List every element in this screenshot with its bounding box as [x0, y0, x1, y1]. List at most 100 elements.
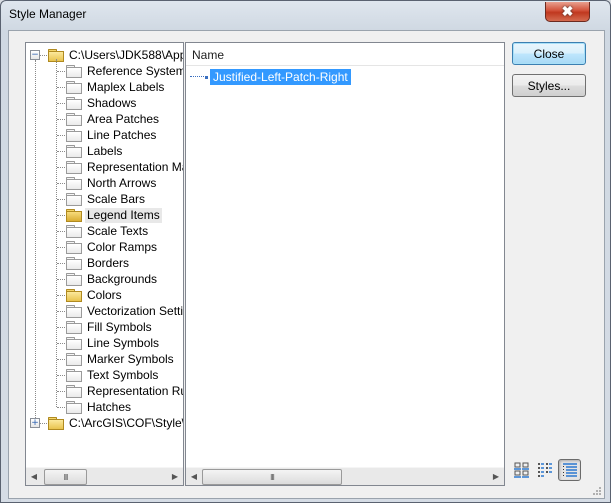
tree-connector-line	[40, 423, 47, 424]
tree-node-label: Backgrounds	[87, 271, 158, 286]
tree-connector-line	[57, 167, 65, 168]
details-view-icon	[563, 463, 577, 477]
tree-item[interactable]: Representation Rules	[66, 383, 183, 399]
large-icons-view-button[interactable]	[512, 460, 532, 480]
window-close-button[interactable]: ✖	[545, 2, 590, 22]
folder-open-icon	[66, 209, 82, 222]
tree-connector-line	[57, 311, 65, 312]
tree-item[interactable]: Backgrounds	[66, 271, 159, 287]
tree-scroll-right-arrow[interactable]: ▶	[170, 471, 180, 482]
tree-node-label: Fill Symbols	[87, 319, 152, 334]
scroll-left-icon: ◀	[30, 472, 38, 481]
scroll-left-icon: ◀	[190, 472, 198, 481]
column-header-name[interactable]: Name	[192, 48, 224, 62]
dialog-client-area: − C:\Users\JDK588\AppD Reference Systems Ma…	[8, 30, 605, 499]
tree-node-label: Maplex Labels	[87, 79, 165, 94]
tree-item[interactable]: Shadows	[66, 95, 138, 111]
tree-connector-line	[57, 135, 65, 136]
tree-connector-line	[57, 151, 65, 152]
folder-empty-icon	[66, 257, 82, 270]
details-view-button[interactable]	[558, 459, 581, 481]
style-items-list[interactable]: Name Justified-Left-Patch-Right ◀ III ▶	[185, 42, 505, 486]
folder-empty-icon	[66, 337, 82, 350]
tree-root-node[interactable]: C:\Users\JDK588\AppD	[48, 47, 183, 63]
tree-item[interactable]: North Arrows	[66, 175, 158, 191]
tree-item[interactable]: Marker Symbols	[66, 351, 176, 367]
legend-patch-icon	[190, 75, 204, 79]
tree-connector-line	[57, 327, 65, 328]
tree-node-label: Text Symbols	[87, 367, 159, 382]
folder-empty-icon	[66, 385, 82, 398]
tree-item[interactable]: Line Symbols	[66, 335, 161, 351]
folder-empty-icon	[66, 161, 82, 174]
tree-item[interactable]: Borders	[66, 255, 131, 271]
tree-scroll-thumb[interactable]: III	[44, 469, 87, 485]
folder-yellow-icon	[66, 289, 82, 302]
tree-node-label: Area Patches	[87, 111, 160, 126]
title-bar[interactable]: Style Manager ✖	[1, 1, 610, 29]
tree-node-label: Colors	[87, 287, 122, 302]
tree-node-label: Color Ramps	[87, 239, 158, 254]
folder-empty-icon	[66, 129, 82, 142]
tree-node-label: C:\Users\JDK588\AppD	[69, 47, 183, 62]
list-item-label: Justified-Left-Patch-Right	[210, 69, 351, 85]
tree-connector-line	[57, 407, 65, 408]
list-horizontal-scrollbar[interactable]: ◀ III ▶	[186, 467, 504, 485]
tree-item[interactable]: Fill Symbols	[66, 319, 154, 335]
list-scroll-left-arrow[interactable]: ◀	[189, 471, 199, 482]
tree-item[interactable]: Vectorization Settings	[66, 303, 183, 319]
folder-empty-icon	[66, 305, 82, 318]
tree-connector-line	[57, 231, 65, 232]
tree-node-label: Shadows	[87, 95, 137, 110]
close-button[interactable]: Close	[512, 42, 586, 65]
tree-node-label: Representation Rules	[87, 383, 183, 398]
legend-patch-marker-icon	[205, 75, 208, 79]
style-tree-view[interactable]: − C:\Users\JDK588\AppD Reference Systems Ma…	[25, 42, 184, 486]
tree-connector-line	[57, 279, 65, 280]
folder-empty-icon	[66, 225, 82, 238]
tree-item[interactable]: Hatches	[66, 399, 133, 415]
tree-item[interactable]: Color Ramps	[66, 239, 159, 255]
tree-root-node[interactable]: C:\ArcGIS\COF\Style\C	[48, 415, 183, 431]
scroll-right-icon: ▶	[171, 472, 179, 481]
tree-item[interactable]: Legend Items	[66, 207, 162, 223]
tree-node-label: Representation Mark	[87, 159, 183, 174]
tree-connector-line	[57, 391, 65, 392]
tree-item[interactable]: Labels	[66, 143, 124, 159]
tree-horizontal-scrollbar[interactable]: ◀ III ▶	[26, 467, 183, 485]
expand-collapse-icon[interactable]: −	[30, 50, 40, 60]
tree-content: − C:\Users\JDK588\AppD Reference Systems Ma…	[26, 43, 183, 468]
tree-item[interactable]: Line Patches	[66, 127, 158, 143]
tree-node-label: Scale Bars	[87, 191, 146, 206]
scroll-right-icon: ▶	[492, 472, 500, 481]
tree-node-label: Labels	[87, 143, 123, 158]
tree-item[interactable]: Representation Mark	[66, 159, 183, 175]
tree-connector-line	[57, 71, 65, 72]
tree-connector-line	[57, 215, 65, 216]
tree-item[interactable]: Maplex Labels	[66, 79, 166, 95]
tree-connector-line	[57, 183, 65, 184]
tree-scroll-left-arrow[interactable]: ◀	[29, 471, 39, 482]
tree-connector-line	[57, 87, 65, 88]
expand-collapse-icon[interactable]: +	[30, 418, 40, 428]
tree-node-label: Legend Items	[85, 207, 162, 223]
folder-empty-icon	[66, 273, 82, 286]
list-scroll-thumb[interactable]: III	[202, 469, 342, 485]
tree-node-label: C:\ArcGIS\COF\Style\C	[69, 415, 183, 430]
styles-button[interactable]: Styles...	[512, 74, 586, 97]
list-column-header[interactable]: Name	[186, 43, 504, 66]
tree-item[interactable]: Text Symbols	[66, 367, 160, 383]
tree-connector-line	[57, 375, 65, 376]
tree-item[interactable]: Reference Systems	[66, 63, 183, 79]
resize-grip[interactable]	[591, 485, 601, 495]
list-view-button[interactable]	[535, 460, 555, 480]
list-scroll-right-arrow[interactable]: ▶	[491, 471, 501, 482]
folder-yellow-icon	[48, 417, 64, 430]
window-title: Style Manager	[9, 7, 87, 21]
folder-empty-icon	[66, 401, 82, 414]
tree-item[interactable]: Area Patches	[66, 111, 161, 127]
list-item[interactable]: Justified-Left-Patch-Right	[190, 69, 351, 85]
tree-item[interactable]: Scale Texts	[66, 223, 150, 239]
tree-item[interactable]: Scale Bars	[66, 191, 147, 207]
tree-item[interactable]: Colors	[66, 287, 124, 303]
